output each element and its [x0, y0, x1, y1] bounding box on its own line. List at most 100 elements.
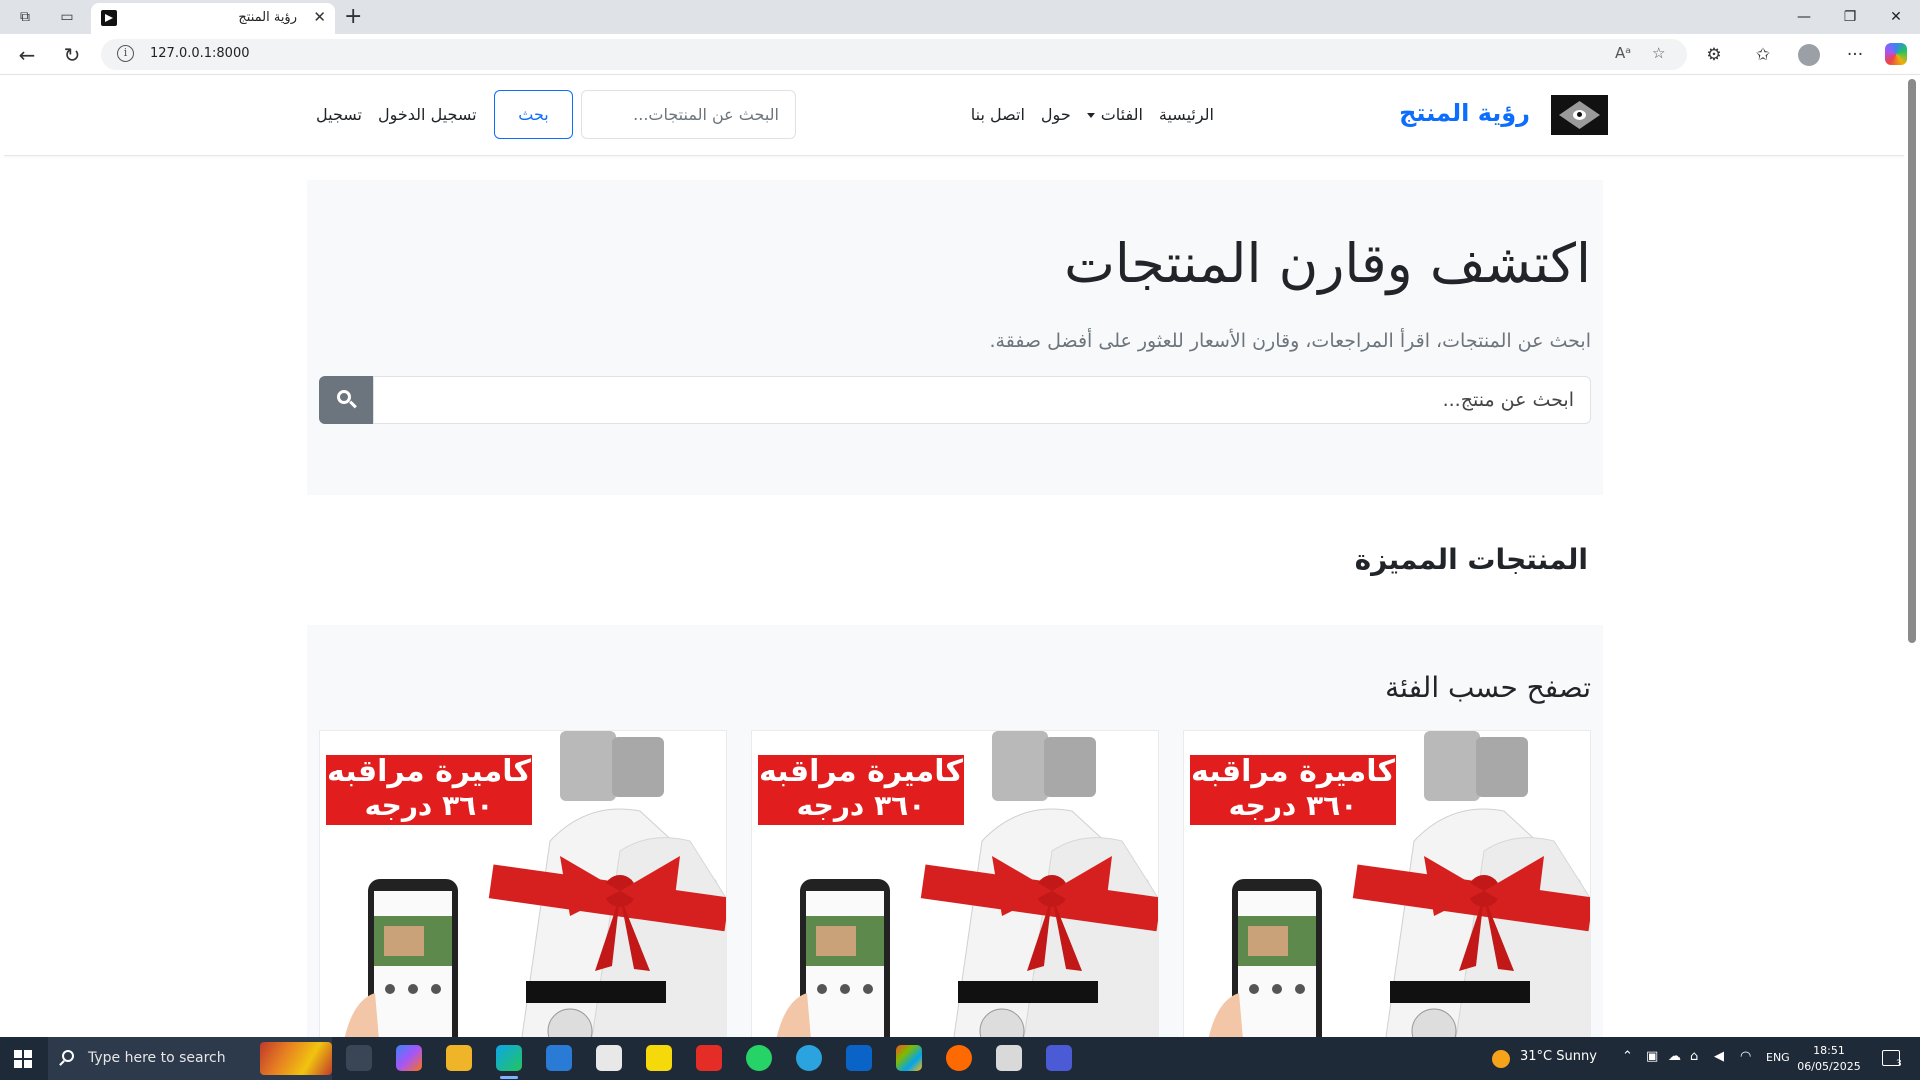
copilot-icon[interactable] [1885, 43, 1907, 65]
taskbar-clock[interactable]: 18:51 06/05/2025 [1794, 1043, 1864, 1075]
task-view-icon[interactable] [346, 1045, 372, 1071]
hero-section: اكتشف وقارن المنتجات ابحث عن المنتجات، ا… [307, 180, 1603, 495]
weather-text[interactable]: 31°C Sunny [1520, 1049, 1597, 1064]
tray-chevron-icon[interactable]: ⌃ [1622, 1049, 1633, 1064]
more-menu-icon[interactable]: ··· [1843, 43, 1867, 67]
dropdown-caret-icon [1086, 113, 1095, 118]
card-banner-line1: كاميرة مراقبه [759, 754, 963, 789]
taskbar-search-text: Type here to search [88, 1050, 226, 1066]
tab-strip: ⧉ ▭ رؤية المنتج ✕ + — ❐ ✕ [0, 0, 1920, 34]
volume-icon[interactable]: ◀ [1714, 1049, 1724, 1064]
category-card[interactable]: كاميرة مراقبه ٣٦٠ درجه [319, 730, 727, 1037]
start-tile [24, 1060, 32, 1068]
notification-count: 3 [1896, 1059, 1902, 1069]
favorites-icon[interactable]: ✩ [1751, 43, 1775, 67]
start-tile [14, 1060, 22, 1068]
read-aloud-icon[interactable]: Aᵃ [1615, 44, 1631, 62]
logo-pupil [1577, 112, 1582, 117]
nav-search-button[interactable]: بحث [494, 90, 573, 139]
address-bar[interactable]: i 127.0.0.1:8000 Aᵃ ☆ [101, 39, 1687, 70]
nav-home[interactable]: الرئيسية [1159, 105, 1214, 124]
nav-links: الرئيسية الفئات حول اتصل بنا [971, 105, 1214, 124]
clock-date: 06/05/2025 [1797, 1060, 1861, 1073]
sticky-notes-icon[interactable] [646, 1045, 672, 1071]
nav-categories[interactable]: الفئات [1086, 105, 1143, 124]
browser-tab[interactable]: رؤية المنتج ✕ [91, 3, 335, 34]
browser-toolbar: ← ↻ i 127.0.0.1:8000 Aᵃ ☆ ⚙ ✩ ··· [0, 34, 1920, 75]
new-tab-icon[interactable]: + [344, 4, 362, 29]
hero-lead: ابحث عن المنتجات، اقرأ المراجعات، وقارن … [989, 330, 1591, 352]
nav-categories-label: الفئات [1100, 105, 1143, 124]
windows-taskbar: Type here to search 31°C Sunny ⌃ ▣ ☁ ⌂ ◀… [0, 1037, 1920, 1080]
site-logo[interactable] [1551, 95, 1608, 135]
nav-about[interactable]: حول [1041, 105, 1071, 124]
wifi-icon[interactable]: ◠ [1740, 1049, 1751, 1064]
clock-time: 18:51 [1813, 1044, 1845, 1057]
hero-search-input[interactable]: ابحث عن منتج... [373, 376, 1591, 424]
file-explorer-icon[interactable] [446, 1045, 472, 1071]
profile-avatar[interactable] [1798, 44, 1820, 66]
url-text[interactable]: 127.0.0.1:8000 [150, 46, 250, 61]
hero-title: اكتشف وقارن المنتجات [1064, 232, 1591, 295]
site-info-icon[interactable]: i [117, 45, 134, 62]
restore-icon[interactable]: ❐ [1830, 5, 1870, 29]
weather-sun-icon[interactable] [1492, 1050, 1510, 1068]
card-banner-line1: كاميرة مراقبه [327, 754, 531, 789]
featured-products-title: المنتجات المميزة [1354, 543, 1588, 576]
search-icon-handle [349, 400, 357, 409]
chatgpt-icon[interactable] [596, 1045, 622, 1071]
close-tab-icon[interactable]: ✕ [313, 8, 326, 26]
refresh-icon[interactable]: ↻ [58, 41, 86, 69]
hero-search-button[interactable] [319, 376, 373, 424]
app-icon[interactable] [1046, 1045, 1072, 1071]
tray-device-icon[interactable]: ▣ [1646, 1049, 1658, 1064]
category-card[interactable]: كاميرة مراقبه ٣٦٠ درجه [1183, 730, 1591, 1037]
register-link[interactable]: تسجيل [316, 105, 362, 124]
page-scrollbar[interactable] [1904, 75, 1920, 1037]
brand-name[interactable]: رؤية المنتج [1399, 99, 1530, 127]
card-banner-line1: كاميرة مراقبه [1191, 754, 1395, 789]
search-highlight-image [260, 1042, 332, 1075]
extensions-icon[interactable]: ⚙ [1702, 43, 1726, 67]
youtube-icon[interactable] [696, 1045, 722, 1071]
card-banner-line2: ٣٦٠ درجه [1228, 789, 1358, 822]
language-indicator[interactable]: ENG [1766, 1051, 1790, 1064]
hero-search: ابحث عن منتج... [319, 376, 1591, 424]
scrollbar-thumb[interactable] [1908, 79, 1916, 643]
favorite-star-icon[interactable]: ☆ [1652, 44, 1665, 62]
tab-title: رؤية المنتج [238, 10, 297, 25]
login-link[interactable]: تسجيل الدخول [378, 105, 477, 124]
telegram-icon[interactable] [796, 1045, 822, 1071]
edge-icon[interactable] [496, 1045, 522, 1079]
categories-section: تصفح حسب الفئة كاميرة مراقبه ٣٦٠ درجه كا… [307, 625, 1603, 1037]
search-icon [62, 1050, 74, 1062]
auth-links: تسجيل الدخول تسجيل [316, 105, 477, 124]
card-banner-line2: ٣٦٠ درجه [364, 789, 494, 822]
start-tile [14, 1050, 22, 1058]
whatsapp-icon[interactable] [746, 1045, 772, 1071]
soundcloud-icon[interactable] [946, 1045, 972, 1071]
onedrive-icon[interactable]: ☁ [1668, 1049, 1681, 1064]
minimize-icon[interactable]: — [1784, 5, 1824, 29]
store-icon[interactable] [896, 1045, 922, 1071]
nav-contact[interactable]: اتصل بنا [971, 105, 1025, 124]
workspaces-icon[interactable]: ⧉ [12, 5, 38, 29]
start-tile [24, 1050, 32, 1058]
site-favicon-icon [101, 10, 117, 26]
network-icon[interactable]: ⌂ [1690, 1049, 1698, 1064]
category-card[interactable]: كاميرة مراقبه ٣٦٠ درجه [751, 730, 1159, 1037]
categories-title: تصفح حسب الفئة [1385, 671, 1591, 704]
copilot-taskbar-icon[interactable] [396, 1045, 422, 1071]
card-banner-line2: ٣٦٠ درجه [796, 789, 926, 822]
nav-search-input[interactable]: البحث عن المنتجات... [581, 90, 796, 139]
python-file-icon[interactable] [996, 1045, 1022, 1071]
back-icon[interactable]: ← [13, 41, 41, 69]
site-navbar: رؤية المنتج الرئيسية الفئات حول اتصل بنا… [4, 75, 1904, 156]
close-window-icon[interactable]: ✕ [1876, 5, 1916, 29]
vscode-icon[interactable] [546, 1045, 572, 1071]
page-viewport: رؤية المنتج الرئيسية الفئات حول اتصل بنا… [0, 75, 1904, 1037]
windows-start-icon[interactable] [14, 1050, 32, 1068]
outlook-icon[interactable] [846, 1045, 872, 1071]
taskbar-search[interactable]: Type here to search [48, 1037, 332, 1080]
tab-actions-icon[interactable]: ▭ [54, 5, 80, 29]
